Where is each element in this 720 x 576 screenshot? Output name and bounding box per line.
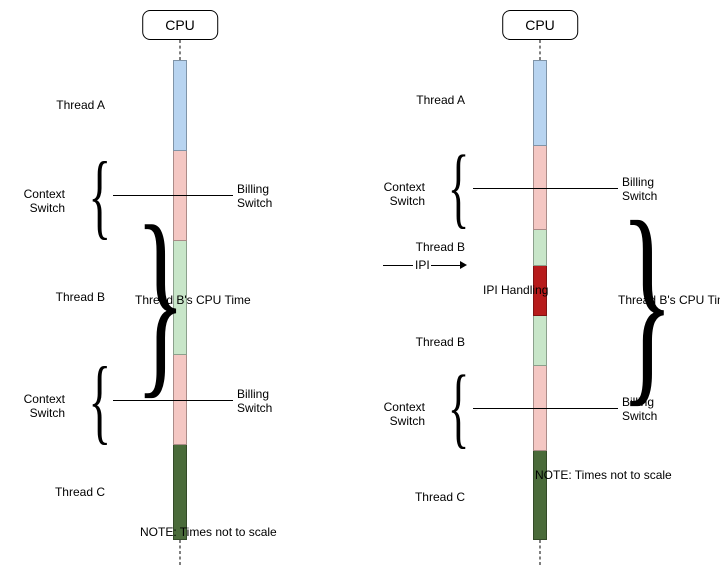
label-ctx-1: Context Switch [365, 180, 425, 209]
label-ctx-2: Context Switch [5, 392, 65, 421]
label-thread-c: Thread C [45, 485, 105, 499]
label-ctx-1: Context Switch [5, 187, 65, 216]
cpu-box: CPU [142, 10, 218, 40]
timeline-dash-bottom [540, 540, 541, 565]
label-ctx-2: Context Switch [365, 400, 425, 429]
line-billing-2 [473, 408, 618, 409]
ipi-arrow-right [431, 265, 461, 266]
label-thread-a: Thread A [405, 93, 465, 107]
seg-thread-b-2 [533, 316, 547, 366]
label-billing-1: Billing Switch [237, 182, 272, 211]
label-bcpu: Thread B's CPU Time [618, 293, 720, 307]
label-thread-a: Thread A [45, 98, 105, 112]
ipi-arrow-head [460, 261, 467, 269]
label-billing-2: Billing Switch [237, 387, 272, 416]
ipi-arrow-left [383, 265, 413, 266]
label-thread-b-2: Thread B [405, 335, 465, 349]
label-thread-c: Thread C [405, 490, 465, 504]
seg-thread-a [533, 60, 547, 146]
timeline-dash-top [540, 40, 541, 60]
label-thread-b: Thread B [45, 290, 105, 304]
timeline-dash-top [180, 40, 181, 60]
diagram-left: CPU Thread A Thread B Thread C Context S… [0, 0, 360, 576]
note-scale: NOTE: Times not to scale [535, 468, 672, 482]
label-ipi-handling: IPI Handling [483, 283, 548, 297]
label-thread-b-1: Thread B [405, 240, 465, 254]
diagram-right: CPU Thread A Thread B Thread B Thread C … [360, 0, 720, 576]
cpu-box: CPU [502, 10, 578, 40]
line-billing-1 [473, 188, 618, 189]
label-bcpu: Thread B's CPU Time [135, 293, 251, 307]
timeline-dash-bottom [180, 540, 181, 565]
note-scale: NOTE: Times not to scale [140, 525, 277, 539]
label-ipi: IPI [415, 258, 430, 272]
seg-thread-a [173, 60, 187, 151]
seg-thread-c [533, 451, 547, 541]
seg-thread-b-1 [533, 230, 547, 265]
